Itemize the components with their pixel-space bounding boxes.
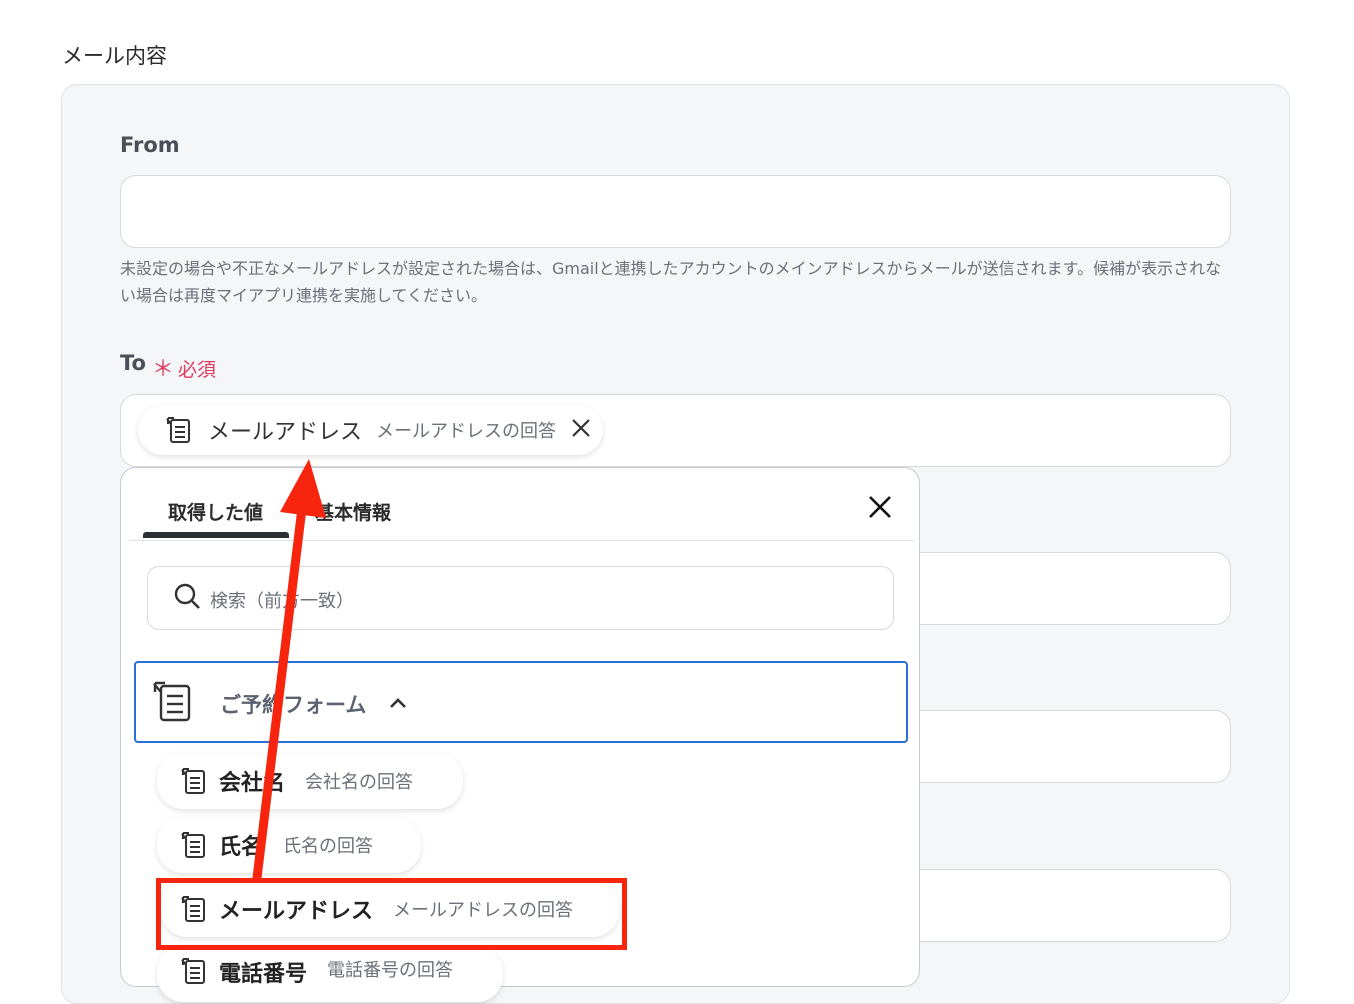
option-phone-number[interactable]: 電話番号 電話番号の回答 (157, 946, 503, 1002)
chip-main-label: メールアドレス (208, 420, 363, 445)
option-sub-label: 電話番号の回答 (327, 960, 454, 981)
option-sub-label: 会社名の回答 (305, 772, 414, 793)
section-title: メール内容 (62, 44, 167, 68)
tab-acquired-values[interactable]: 取得した値 (168, 498, 263, 525)
option-main-label: 会社名 (219, 771, 286, 796)
tab-basic-info[interactable]: 基本情報 (315, 498, 391, 525)
to-selected-chip[interactable]: メールアドレス メールアドレスの回答 (138, 405, 603, 455)
tab-divider (129, 540, 915, 541)
required-star: ＊ (152, 357, 175, 382)
close-icon[interactable] (570, 417, 592, 443)
from-help-text: 未設定の場合や不正なメールアドレスが設定された場合は、Gmailと連携したアカウ… (120, 259, 1222, 305)
annotation-highlight-box (156, 878, 627, 950)
option-company-name[interactable]: 会社名 会社名の回答 (157, 753, 463, 809)
from-label: From (120, 133, 180, 157)
search-placeholder: 検索（前方一致） (210, 591, 354, 612)
close-icon[interactable] (867, 494, 893, 524)
group-label: ご予約フォーム (220, 693, 367, 717)
group-reservation-form[interactable]: ご予約フォーム (134, 661, 908, 743)
to-label: To (120, 351, 146, 375)
chevron-up-icon (388, 695, 408, 714)
form-icon (179, 766, 207, 796)
option-full-name[interactable]: 氏名 氏名の回答 (157, 817, 421, 873)
form-icon (179, 830, 207, 860)
option-main-label: 氏名 (219, 835, 264, 860)
option-main-label: 電話番号 (219, 962, 308, 987)
form-icon (179, 956, 207, 986)
required-text: 必須 (178, 359, 217, 381)
option-sub-label: 氏名の回答 (283, 836, 374, 857)
search-icon (174, 583, 202, 615)
active-tab-indicator (143, 532, 289, 538)
required-badge: ＊必須 (152, 351, 216, 383)
chip-sub-label: メールアドレスの回答 (376, 421, 557, 442)
form-icon (152, 679, 194, 729)
search-input[interactable]: 検索（前方一致） (147, 566, 894, 630)
from-input[interactable] (120, 175, 1231, 248)
form-icon (164, 415, 192, 445)
